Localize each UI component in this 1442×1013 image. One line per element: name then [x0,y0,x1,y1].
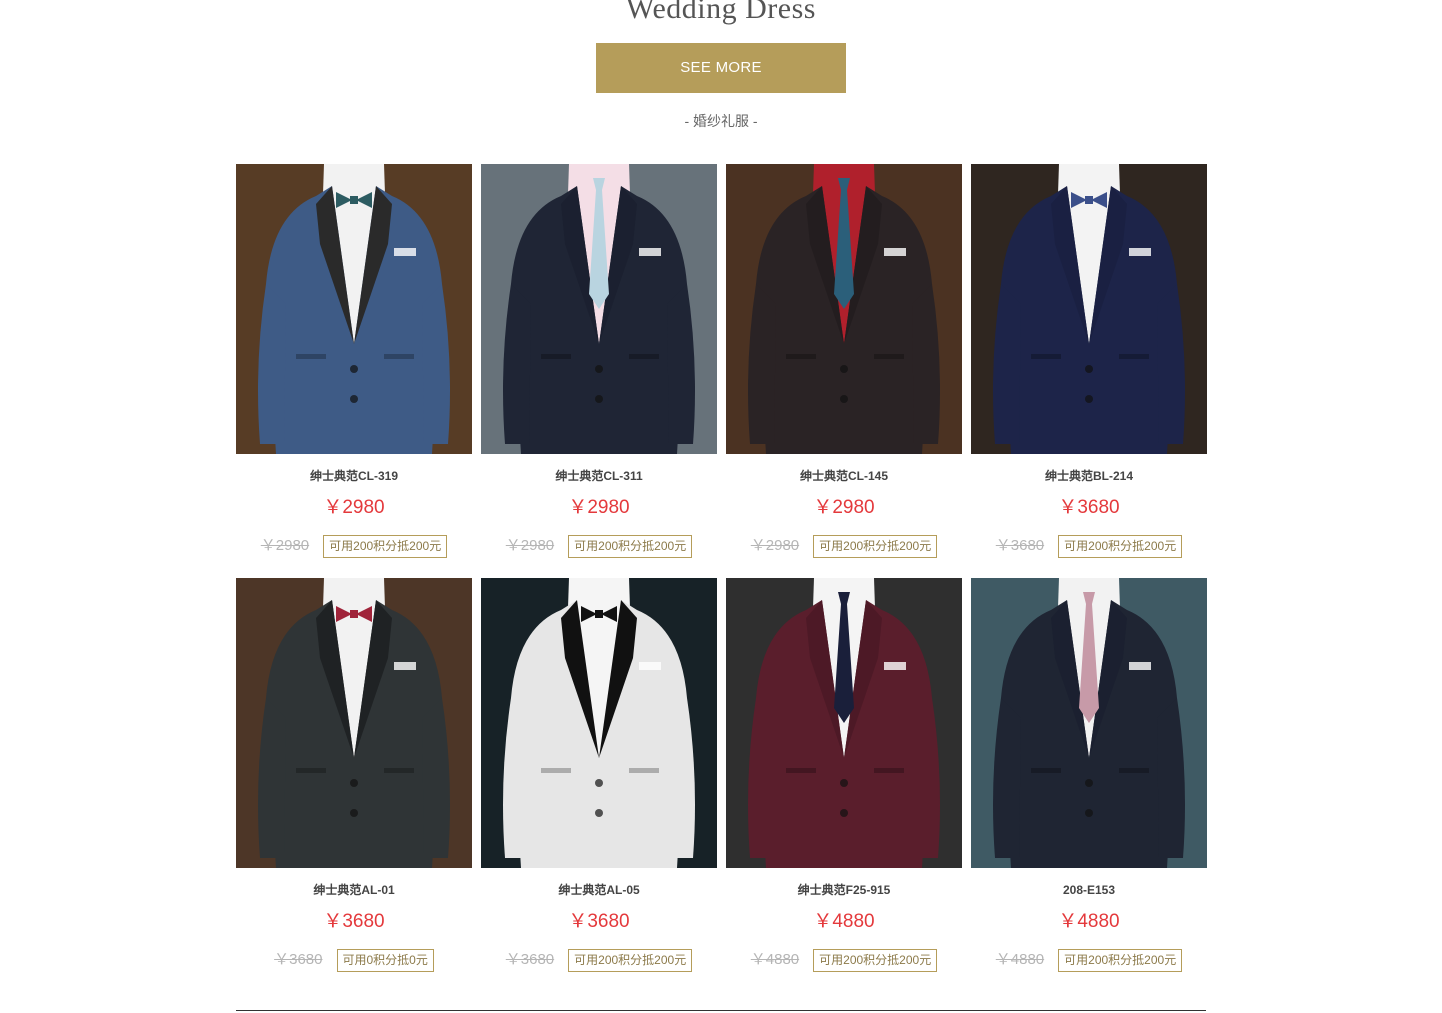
original-price: ￥3680 [505,951,555,968]
price-row: ￥2980 可用200积分抵200元 [726,534,962,558]
product-section: Wedding Dress SEE MORE - 婚纱礼服 - 绅士典范CL-3… [0,0,1442,1013]
product-image[interactable] [481,578,717,868]
section-subtitle: - 婚纱礼服 - [684,113,758,129]
product-image[interactable] [481,164,717,454]
original-price: ￥2980 [260,537,310,554]
product-name[interactable]: 绅士典范CL-311 [481,468,717,484]
price-row: ￥3680 可用0积分抵0元 [236,948,472,972]
product-card[interactable]: 绅士典范CL-319 ￥2980 ￥2980 可用200积分抵200元 [236,164,472,578]
product-price: ￥2980 [568,497,630,518]
price-row: ￥2980 可用200积分抵200元 [236,534,472,558]
product-name[interactable]: 绅士典范F25-915 [726,882,962,898]
points-badge: 可用200积分抵200元 [323,534,448,558]
original-price: ￥3680 [995,537,1045,554]
product-image[interactable] [236,578,472,868]
product-image[interactable] [971,578,1207,868]
product-image[interactable] [726,164,962,454]
points-badge: 可用0积分抵0元 [336,948,434,972]
product-name[interactable]: 绅士典范CL-319 [236,468,472,484]
product-price: ￥3680 [1058,497,1120,518]
product-price: ￥3680 [568,911,630,932]
points-badge: 可用200积分抵200元 [1058,534,1183,558]
points-badge: 可用200积分抵200元 [1058,948,1183,972]
product-grid: 绅士典范CL-319 ￥2980 ￥2980 可用200积分抵200元 绅士典范… [236,164,1207,992]
product-name[interactable]: 绅士典范AL-05 [481,882,717,898]
product-name[interactable]: 绅士典范CL-145 [726,468,962,484]
original-price: ￥4880 [750,951,800,968]
product-name[interactable]: 208-E153 [971,882,1207,898]
price-row: ￥4880 可用200积分抵200元 [971,948,1207,972]
product-card[interactable]: 绅士典范F25-915 ￥4880 ￥4880 可用200积分抵200元 [726,578,962,992]
product-name[interactable]: 绅士典范BL-214 [971,468,1207,484]
product-card[interactable]: 绅士典范CL-145 ￥2980 ￥2980 可用200积分抵200元 [726,164,962,578]
product-image[interactable] [971,164,1207,454]
product-card[interactable]: 208-E153 ￥4880 ￥4880 可用200积分抵200元 [971,578,1207,992]
price-row: ￥2980 可用200积分抵200元 [481,534,717,558]
product-image[interactable] [236,164,472,454]
section-title: Wedding Dress [626,0,816,25]
price-row: ￥3680 可用200积分抵200元 [481,948,717,972]
product-card[interactable]: 绅士典范AL-05 ￥3680 ￥3680 可用200积分抵200元 [481,578,717,992]
product-price: ￥2980 [323,497,385,518]
points-badge: 可用200积分抵200元 [568,948,693,972]
points-badge: 可用200积分抵200元 [813,534,938,558]
price-row: ￥3680 可用200积分抵200元 [971,534,1207,558]
product-price: ￥2980 [813,497,875,518]
product-price: ￥3680 [323,911,385,932]
original-price: ￥2980 [505,537,555,554]
points-badge: 可用200积分抵200元 [813,948,938,972]
original-price: ￥2980 [750,537,800,554]
product-card[interactable]: 绅士典范CL-311 ￥2980 ￥2980 可用200积分抵200元 [481,164,717,578]
product-name[interactable]: 绅士典范AL-01 [236,882,472,898]
original-price: ￥4880 [995,951,1045,968]
see-more-button[interactable]: SEE MORE [596,43,846,93]
product-image[interactable] [726,578,962,868]
product-price: ￥4880 [813,911,875,932]
product-card[interactable]: 绅士典范AL-01 ￥3680 ￥3680 可用0积分抵0元 [236,578,472,992]
original-price: ￥3680 [274,951,323,968]
points-badge: 可用200积分抵200元 [568,534,693,558]
divider [236,1010,1206,1011]
product-price: ￥4880 [1058,911,1120,932]
price-row: ￥4880 可用200积分抵200元 [726,948,962,972]
product-card[interactable]: 绅士典范BL-214 ￥3680 ￥3680 可用200积分抵200元 [971,164,1207,578]
